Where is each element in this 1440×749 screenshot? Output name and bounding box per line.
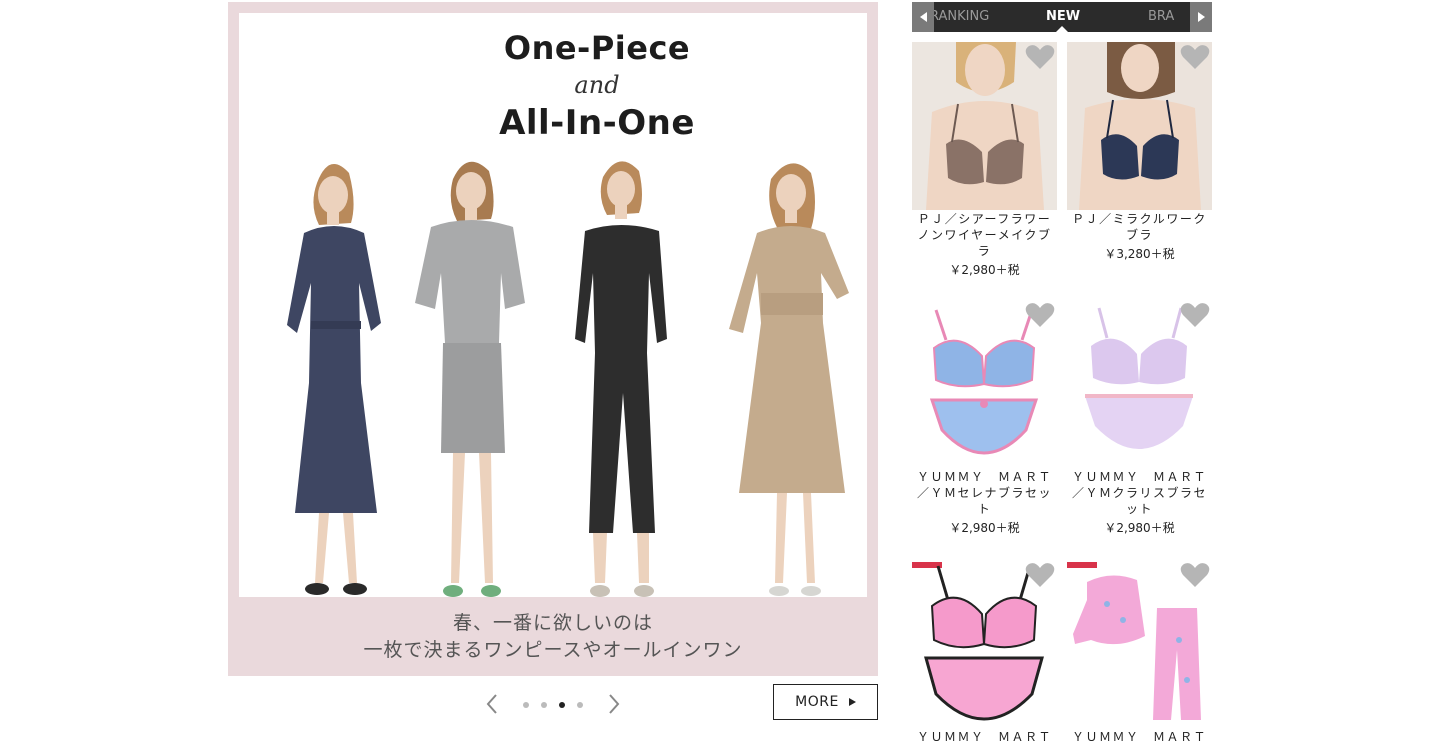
product-price: ￥2,980＋税: [949, 521, 1020, 535]
product-name-line: ＹＵＭＭＹ ＭＡＲＴ: [1071, 730, 1207, 744]
product-name: ＹＵＭＭＹ ＭＡＲＴ: [912, 729, 1057, 745]
heart-icon[interactable]: [1180, 44, 1210, 70]
category-tab-bar: RANKING NEW BRA: [912, 2, 1212, 32]
heart-icon[interactable]: [1025, 562, 1055, 588]
product-name-line: ラ: [977, 244, 992, 258]
tab-scroll-left-button[interactable]: [912, 2, 934, 32]
product-name-line: ／ＹＭセレナブラセッ: [916, 486, 1052, 500]
product-name-line: ＰＪ／シアーフラワー: [917, 212, 1052, 226]
product-card[interactable]: ＹＵＭＭＹ ＭＡＲＴ: [1067, 560, 1212, 749]
banner-image: One-Piece and All-In-One: [239, 13, 867, 597]
more-button[interactable]: MORE: [773, 684, 878, 720]
product-name-line: ＹＵＭＭＹ ＭＡＲＴ: [916, 730, 1052, 744]
product-name: ＹＵＭＭＹ ＭＡＲＴ: [1067, 729, 1212, 745]
tab-bra[interactable]: BRA: [1148, 2, 1174, 32]
model-grey-setup-image: [415, 161, 525, 597]
banner-caption: 春、一番に欲しいのは 一枚で決まるワンピースやオールインワン: [228, 610, 878, 664]
carousel-dot-1[interactable]: [523, 702, 529, 708]
banner-caption-line1: 春、一番に欲しいのは: [452, 612, 653, 634]
product-card[interactable]: ＰＪ／ミラクルワーク ブラ ￥3,280＋税: [1067, 42, 1212, 272]
product-name-line: ＹＵＭＭＹ ＭＡＲＴ: [1071, 470, 1207, 484]
model-black-jumpsuit-image: [575, 161, 667, 597]
product-name-line: ット: [1125, 502, 1153, 516]
product-name-line: ＹＵＭＭＹ ＭＡＲＴ: [916, 470, 1052, 484]
banner-caption-line2: 一枚で決まるワンピースやオールインワン: [363, 639, 743, 661]
product-price: ￥3,280＋税: [1104, 247, 1175, 261]
chevron-right-icon[interactable]: [601, 692, 625, 716]
tab-scroll-right-button[interactable]: [1190, 2, 1212, 32]
banner-title-connector: and: [574, 71, 620, 99]
more-label: MORE: [795, 694, 839, 710]
caret-right-icon: [848, 698, 856, 706]
heart-icon[interactable]: [1180, 302, 1210, 328]
product-card[interactable]: ＰＪ／シアーフラワー ノンワイヤーメイクブ ラ ￥2,980＋税: [912, 42, 1057, 282]
product-card[interactable]: ＹＵＭＭＹ ＭＡＲＴ ／ＹＭクラリスブラセ ット ￥2,980＋税: [1067, 300, 1212, 540]
product-name: ＰＪ／ミラクルワーク ブラ: [1067, 211, 1212, 243]
carousel-dot-3[interactable]: [559, 702, 565, 708]
banner-subtitle: All-In-One: [499, 103, 695, 143]
hero-banner[interactable]: One-Piece and All-In-One 春、一番に欲しいのは 一枚で決…: [228, 2, 878, 676]
banner-title: One-Piece: [503, 29, 691, 67]
active-tab-indicator: [1056, 26, 1068, 32]
heart-icon[interactable]: [1025, 302, 1055, 328]
caret-left-icon: [919, 12, 927, 22]
product-name: ＹＵＭＭＹ ＭＡＲＴ ／ＹＭセレナブラセッ ト: [912, 469, 1057, 517]
tab-ranking[interactable]: RANKING: [930, 2, 989, 32]
heart-icon[interactable]: [1180, 562, 1210, 588]
caret-right-icon: [1197, 12, 1205, 22]
product-name-line: ト: [977, 502, 992, 516]
carousel-dot-2[interactable]: [541, 702, 547, 708]
heart-icon[interactable]: [1025, 44, 1055, 70]
model-beige-dress-image: [729, 163, 849, 596]
product-card[interactable]: ＹＵＭＭＹ ＭＡＲＴ: [912, 560, 1057, 749]
product-price: ￥2,980＋税: [1104, 521, 1175, 535]
product-name: ＰＪ／シアーフラワー ノンワイヤーメイクブ ラ: [912, 211, 1057, 259]
product-name: ＹＵＭＭＹ ＭＡＲＴ ／ＹＭクラリスブラセ ット: [1067, 469, 1212, 517]
carousel-dot-4[interactable]: [577, 702, 583, 708]
product-card[interactable]: ＹＵＭＭＹ ＭＡＲＴ ／ＹＭセレナブラセッ ト ￥2,980＋税: [912, 300, 1057, 540]
product-name-line: ／ＹＭクラリスブラセ: [1071, 486, 1207, 500]
product-name-line: ブラ: [1125, 228, 1153, 242]
product-price: ￥2,980＋税: [949, 263, 1020, 277]
product-name-line: ノンワイヤーメイクブ: [917, 228, 1052, 242]
product-name-line: ＰＪ／ミラクルワーク: [1072, 212, 1207, 226]
model-navy-dress-image: [287, 164, 381, 595]
chevron-left-icon[interactable]: [481, 692, 505, 716]
